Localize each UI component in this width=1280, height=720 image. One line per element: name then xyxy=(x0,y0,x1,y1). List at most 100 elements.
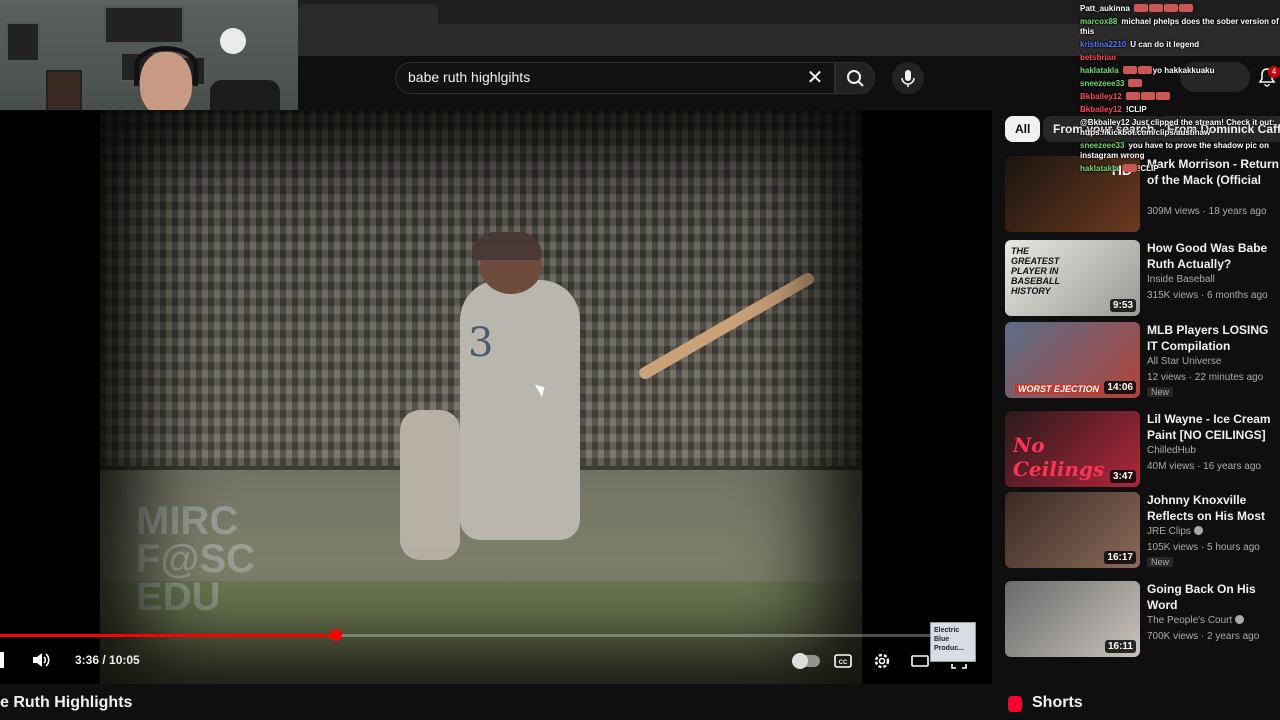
chat-username[interactable]: sneezeee33 xyxy=(1080,79,1124,88)
recommendation-title[interactable]: MLB Players LOSING IT Compilation xyxy=(1147,322,1280,354)
chat-username[interactable]: marcox88 xyxy=(1080,17,1117,26)
recommendation-item[interactable]: THE GREATEST PLAYER IN BASEBALL HISTORY 9… xyxy=(1005,240,1280,318)
chat-message: Patt_aukinna xyxy=(1080,4,1194,14)
recommendation-item[interactable]: 16:11 Going Back On His Word The People's … xyxy=(1005,581,1280,659)
theater-button[interactable] xyxy=(909,650,931,672)
chat-username[interactable]: haklatakla xyxy=(1080,164,1119,173)
verified-icon xyxy=(1193,526,1203,535)
channel-watermark-line: Blue xyxy=(934,636,950,643)
recommendation-channel[interactable]: The People's Court xyxy=(1147,615,1245,626)
search-input[interactable]: babe ruth highlgihts xyxy=(408,69,530,85)
chat-text: !CLIP xyxy=(1125,105,1147,114)
chat-username[interactable]: haklatakla xyxy=(1080,66,1119,75)
chat-message: kristina2210 U can do it legend xyxy=(1080,40,1280,50)
progress-scrubber[interactable] xyxy=(330,629,342,641)
channel-watermark-line: Electric xyxy=(934,627,960,634)
video-player[interactable]: 3 MIRC F@SC EDU xyxy=(0,110,992,684)
channel-watermark[interactable]: Electric Blue Produc... xyxy=(930,622,976,662)
chat-text: yo hakkakkuaku xyxy=(1152,66,1215,75)
play-pause-button[interactable] xyxy=(0,652,4,668)
chat-emote-icon xyxy=(1155,92,1170,100)
recommendation-channel[interactable]: JRE Clips xyxy=(1147,526,1203,537)
search-button[interactable] xyxy=(835,62,875,94)
chat-message: @Bkbailey12 Just clipped the stream! Che… xyxy=(1080,118,1280,138)
recommendation-meta: 12 views · 22 minutes ago xyxy=(1147,372,1264,383)
search-box[interactable]: babe ruth highlgihts xyxy=(395,62,835,94)
volume-icon xyxy=(33,653,50,667)
mic-button[interactable] xyxy=(892,62,924,94)
chat-message: betsbrian xyxy=(1080,53,1120,63)
chat-text: @Bkbailey12 Just clipped the stream! Che… xyxy=(1080,118,1275,137)
video-title: e Ruth Highlights xyxy=(0,694,133,711)
chat-text: !CLIP xyxy=(1137,164,1159,173)
chip-all[interactable]: All xyxy=(1005,116,1041,142)
search-icon xyxy=(847,70,864,87)
recommendation-meta: 105K views · 5 hours ago xyxy=(1147,542,1260,553)
recommendation-thumbnail[interactable]: WORST EJECTION 14:06 xyxy=(1005,322,1140,398)
recommendation-meta: 40M views · 16 years ago xyxy=(1147,461,1261,472)
chat-username[interactable]: Patt_aukinna xyxy=(1080,4,1130,13)
vignette xyxy=(100,110,862,684)
recommendation-title[interactable]: Lil Wayne - Ice Cream Paint [NO CEILINGS… xyxy=(1147,411,1280,443)
chat-text: U can do it legend xyxy=(1130,40,1200,49)
recommendation-thumbnail[interactable]: THE GREATEST PLAYER IN BASEBALL HISTORY 9… xyxy=(1005,240,1140,316)
shorts-icon xyxy=(1008,696,1022,712)
progress-bar[interactable] xyxy=(0,629,940,641)
video-duration: 14:06 xyxy=(1104,381,1136,394)
autoplay-toggle[interactable] xyxy=(792,653,820,669)
wall-frame xyxy=(104,6,184,44)
chat-emote-icon xyxy=(1122,164,1137,172)
settings-icon xyxy=(874,653,890,669)
chat-username[interactable]: betsbrian xyxy=(1080,53,1116,62)
chat-username[interactable]: Bkbailey12 xyxy=(1080,92,1122,101)
verified-icon xyxy=(1235,615,1245,624)
chat-username[interactable]: Bkbailey12 xyxy=(1080,105,1122,114)
progress-fill xyxy=(0,634,336,637)
chat-emote-icon xyxy=(1163,4,1178,12)
chat-emote-icon xyxy=(1148,4,1163,12)
chat-message: Bkbailey12 xyxy=(1080,92,1171,102)
chat-message: Bkbailey12 !CLIP xyxy=(1080,105,1280,115)
volume-button[interactable] xyxy=(30,649,52,671)
recommendation-channel[interactable]: Inside Baseball xyxy=(1147,274,1215,285)
recommendation-item[interactable]: No Ceilings 3:47 Lil Wayne - Ice Cream Pai… xyxy=(1005,411,1280,489)
recommendation-title[interactable]: Going Back On His Word xyxy=(1147,581,1280,613)
chat-username[interactable]: kristina2210 xyxy=(1080,40,1126,49)
recommendation-channel[interactable]: All Star Universe xyxy=(1147,356,1221,367)
svg-text:CC: CC xyxy=(839,660,848,666)
headphones xyxy=(134,46,198,86)
mic-icon xyxy=(901,70,915,87)
recommendation-thumbnail[interactable]: 16:11 xyxy=(1005,581,1140,657)
chat-message: haklatakla yo hakkakkuaku xyxy=(1080,66,1280,76)
chat-username[interactable]: sneezeee33 xyxy=(1080,141,1124,150)
captions-button[interactable]: CC xyxy=(832,650,854,672)
stream-chat-overlay: Patt_aukinna marcox88 michael phelps does … xyxy=(1080,0,1280,232)
chat-emote-icon xyxy=(1137,66,1152,74)
browser-tab[interactable] xyxy=(298,4,438,24)
video-duration: 9:53 xyxy=(1109,299,1136,312)
recommendation-thumbnail[interactable]: No Ceilings 3:47 xyxy=(1005,411,1140,487)
clear-icon[interactable]: ✕ xyxy=(805,65,825,91)
chat-emote-icon xyxy=(1122,66,1137,74)
recommendation-channel[interactable]: ChilledHub xyxy=(1147,445,1196,456)
thumbnail-text: WORST EJECTION xyxy=(1015,384,1103,394)
video-frame[interactable]: 3 MIRC F@SC EDU xyxy=(100,110,862,684)
recommendation-item[interactable]: 16:17 Johnny Knoxville Reflects on His Mo… xyxy=(1005,492,1280,570)
chat-message: sneezeee33 you have to prove the shadow p… xyxy=(1080,141,1280,161)
shorts-label: Shorts xyxy=(1032,694,1083,711)
recommendation-item[interactable]: WORST EJECTION 14:06 MLB Players LOSING IT… xyxy=(1005,322,1280,400)
chat-message: haklatakla !CLIP xyxy=(1080,164,1280,174)
recommendation-thumbnail[interactable]: 16:17 xyxy=(1005,492,1140,568)
chat-message: sneezeee33 xyxy=(1080,79,1143,89)
settings-button[interactable] xyxy=(871,650,893,672)
captions-icon: CC xyxy=(834,654,852,668)
player-controls: 3:36 / 10:05 CC xyxy=(0,646,992,676)
channel-watermark-line: Produc... xyxy=(934,645,964,652)
new-badge: New xyxy=(1147,387,1174,397)
recommendation-title[interactable]: How Good Was Babe Ruth Actually? xyxy=(1147,240,1280,272)
new-badge: New xyxy=(1147,557,1174,567)
video-duration: 3:47 xyxy=(1109,470,1136,483)
recommendation-title[interactable]: Johnny Knoxville Reflects on His Most Da… xyxy=(1147,492,1280,524)
chat-emote-icon xyxy=(1133,4,1148,12)
wall-frame xyxy=(6,22,40,62)
